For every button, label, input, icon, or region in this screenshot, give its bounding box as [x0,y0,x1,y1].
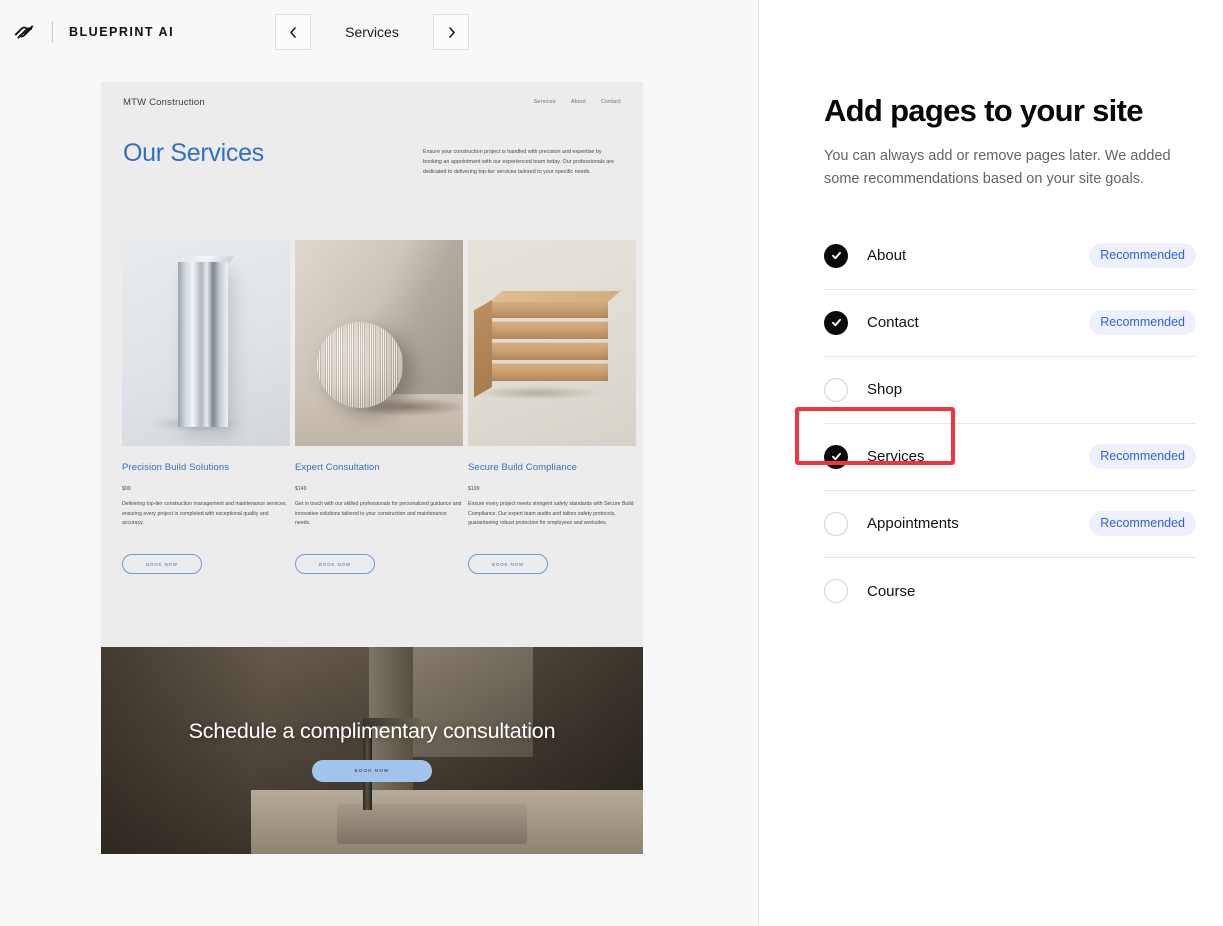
service-card-price: $199 [468,486,480,492]
page-option-label: Services [867,448,925,466]
status-badge: Recommended [1089,310,1196,336]
chevron-right-icon [445,26,458,39]
page-option-services[interactable]: Services Recommended [795,406,1196,491]
page-option-course[interactable]: Course [824,558,1196,625]
preview-nav-link-services[interactable]: Services [534,99,556,105]
status-badge: Recommended [1089,243,1196,269]
service-card: Expert Consultation $149 Get in touch wi… [295,240,463,575]
checkbox-about[interactable] [824,243,848,268]
checkbox-appointments[interactable] [824,511,848,536]
preview-hero-paragraph: Ensure your construction project is hand… [423,149,615,175]
metal-column-image [122,240,290,446]
page-option-label: Course [867,582,916,600]
current-page-label: Services [345,24,399,40]
next-page-button[interactable] [433,14,469,50]
service-card-book-now-button[interactable]: BOOK NOW [468,554,548,575]
chevron-left-icon [287,26,300,39]
preview-nav-link-contact[interactable]: Contact [601,99,621,105]
preview-hero-title: Our Services [123,139,264,167]
page-title: Add pages to your site [824,93,1143,128]
preview-cta-book-now-button[interactable]: BOOK NOW [312,760,432,782]
brand-divider [52,21,53,43]
checkbox-shop[interactable] [824,377,848,402]
preview-nav-links: Services About Contact [534,99,621,105]
preview-cta-banner: Schedule a complimentary consultation BO… [101,647,643,854]
preview-pane: BLUEPRINT AI Services MTW Construction S… [0,0,759,926]
add-pages-panel: Add pages to your site You can always ad… [759,0,1223,926]
preview-site-nav: MTW Construction Services About Contact [101,82,643,122]
service-card: Precision Build Solutions $99 Delivering… [122,240,290,575]
top-bar: BLUEPRINT AI Services [0,0,759,64]
brand-name: BLUEPRINT AI [69,25,175,39]
status-badge: Recommended [1089,444,1196,470]
app-root: BLUEPRINT AI Services MTW Construction S… [0,0,1223,926]
ribbed-sphere-image [295,240,463,446]
page-option-label: Contact [867,314,919,332]
page-option-about[interactable]: About Recommended [824,223,1196,290]
checkbox-contact[interactable] [824,310,848,335]
status-badge: Recommended [1089,511,1196,537]
preview-service-cards: Precision Build Solutions $99 Delivering… [101,177,643,575]
page-option-label: About [867,247,907,265]
preview-site-name: MTW Construction [123,96,205,108]
lumber-stack-image [468,240,636,446]
page-option-label: Appointments [867,515,959,533]
page-option-contact[interactable]: Contact Recommended [824,290,1196,357]
service-card-description: Get in touch with our skilled profession… [295,501,462,527]
squarespace-logo-icon [10,18,38,46]
service-card-title: Secure Build Compliance [468,462,577,473]
page-option-appointments[interactable]: Appointments Recommended [824,491,1196,558]
service-card-description: Delivering top-tier construction managem… [122,501,287,527]
brand: BLUEPRINT AI [0,18,174,46]
checkbox-services[interactable] [824,444,848,469]
site-preview[interactable]: MTW Construction Services About Contact … [101,82,643,854]
page-option-label: Shop [867,381,903,399]
preview-nav-link-about[interactable]: About [571,99,586,105]
preview-cta-title: Schedule a complimentary consultation [188,719,556,743]
preview-hero: Our Services Ensure your construction pr… [101,122,643,177]
page-option-shop[interactable]: Shop [824,357,1196,424]
service-card-price: $149 [295,486,307,492]
service-card-book-now-button[interactable]: BOOK NOW [295,554,375,575]
prev-page-button[interactable] [275,14,311,50]
page-options-list: About Recommended Contact Recommended Sh… [795,223,1196,625]
service-card-price: $99 [122,486,131,492]
service-card-description: Ensure every project meets stringent saf… [468,501,634,527]
panel-subtitle: You can always add or remove pages later… [824,147,1171,187]
service-card-title: Precision Build Solutions [122,462,230,473]
page-pager: Services [275,14,469,50]
service-card-book-now-button[interactable]: BOOK NOW [122,554,202,575]
checkbox-course[interactable] [824,579,848,604]
service-card: Secure Build Compliance $199 Ensure ever… [468,240,636,575]
service-card-title: Expert Consultation [295,462,380,473]
